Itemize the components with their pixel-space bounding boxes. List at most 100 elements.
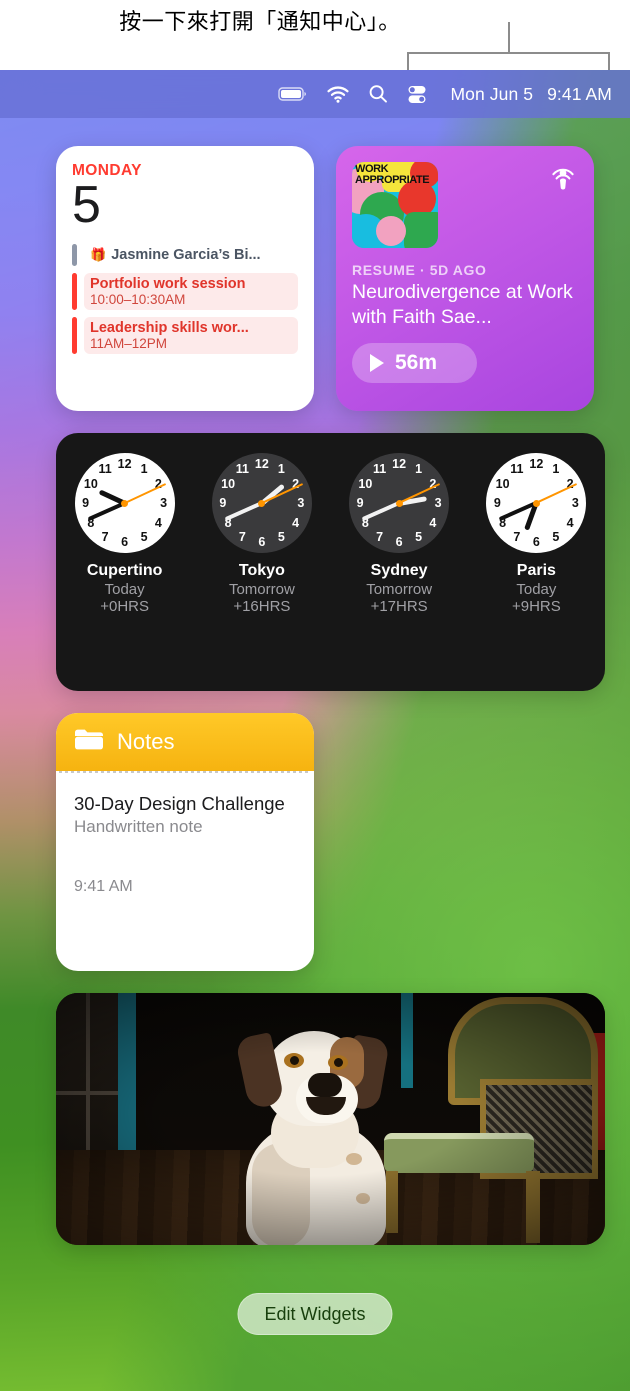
clock-numeral: 5 — [277, 529, 285, 544]
clock-numeral: 4 — [292, 515, 300, 530]
clock-day: Today — [516, 581, 557, 598]
clock-numeral: 6 — [258, 535, 266, 549]
clock-numeral: 10 — [221, 476, 236, 491]
podcast-artwork: WORK APPROPRIATE — [352, 162, 438, 248]
search-icon[interactable] — [368, 84, 388, 104]
callout-bracket-right-tick — [608, 52, 610, 70]
clock-center-pin — [395, 499, 403, 507]
clock-numeral: 4 — [429, 515, 437, 530]
clock-numeral: 9 — [219, 496, 227, 510]
clock-numeral: 7 — [101, 529, 109, 544]
notification-center-widgets: MONDAY 5 🎁 Jasmine Garcia’s Bi... Portfo… — [56, 146, 605, 1245]
clock-numeral: 11 — [373, 462, 387, 477]
clock-city: Tokyo — [238, 562, 285, 579]
clock-numeral: 6 — [395, 535, 403, 549]
gift-icon: 🎁 — [90, 247, 107, 262]
clock-numeral: 9 — [356, 496, 364, 510]
battery-icon[interactable] — [278, 86, 308, 102]
wifi-icon[interactable] — [327, 86, 350, 103]
clock-numeral: 6 — [532, 535, 540, 549]
calendar-event-birthday[interactable]: 🎁 Jasmine Garcia’s Bi... — [72, 244, 298, 266]
callout-bracket-left-tick — [407, 52, 409, 70]
event-body: Leadership skills wor... 11AM–12PM — [84, 317, 298, 354]
calendar-day-number: 5 — [72, 176, 101, 234]
event-color-bar — [72, 317, 77, 354]
clock-numeral: 3 — [434, 496, 442, 510]
callout-bracket-stem — [508, 22, 510, 53]
photo-vignette — [56, 993, 605, 1245]
clock-offset: +16HRS — [233, 598, 291, 615]
podcasts-widget[interactable]: WORK APPROPRIATE RESUME · 5D AGO Neurodi… — [336, 146, 594, 411]
clock-numeral: 4 — [154, 515, 162, 530]
play-icon — [370, 354, 384, 372]
clock-numeral: 5 — [552, 529, 560, 544]
note-title: 30-Day Design Challenge — [74, 793, 285, 814]
menu-bar-clock[interactable]: Mon Jun 5 9:41 AM — [450, 84, 612, 105]
artwork-label: WORK APPROPRIATE — [355, 163, 430, 186]
clock-offset: +0HRS — [100, 598, 150, 615]
clock-numeral: 10 — [495, 476, 510, 491]
edit-widgets-label: Edit Widgets — [264, 1303, 366, 1324]
notes-widget[interactable]: Notes 30-Day Design Challenge Handwritte… — [56, 713, 314, 971]
clock-numeral: 12 — [529, 457, 544, 471]
clock-numeral: 12 — [392, 457, 407, 471]
clock-numeral: 11 — [510, 462, 524, 477]
note-time: 9:41 AM — [74, 878, 133, 895]
clock-numeral: 4 — [566, 515, 574, 530]
clock-city: Paris — [516, 562, 556, 579]
calendar-event-row[interactable]: Leadership skills wor... 11AM–12PM — [72, 317, 298, 354]
clock-center-pin — [121, 499, 129, 507]
event-color-bar — [72, 244, 77, 266]
clock-numeral: 12 — [254, 457, 269, 471]
clock-dial: 12 1 2 3 4 5 6 7 8 9 10 11 — [349, 453, 450, 553]
clock-cell-paris: 12 1 2 3 4 5 6 7 8 9 10 11 Paris Today +9HRS — [476, 453, 596, 615]
event-time: 10:00–10:30AM — [90, 292, 186, 307]
notes-header: Notes — [56, 713, 314, 771]
folder-icon — [74, 728, 104, 756]
desktop: Mon Jun 5 9:41 AM MONDAY 5 🎁 Jasmine Gar… — [0, 70, 630, 1391]
clock-day: Today — [104, 581, 145, 598]
clock-numeral: 7 — [238, 529, 246, 544]
clock-numeral: 11 — [98, 462, 112, 477]
event-title: Leadership skills wor... — [90, 320, 249, 336]
calendar-event-row[interactable]: Portfolio work session 10:00–10:30AM — [72, 273, 298, 310]
clock-numeral: 9 — [493, 496, 501, 510]
clock-day: Tomorrow — [228, 581, 295, 598]
clock-numeral: 3 — [297, 496, 305, 510]
clock-numeral: 12 — [117, 457, 132, 471]
notes-header-title: Notes — [117, 729, 175, 754]
clock-cell-cupertino: 12 1 2 3 4 5 6 7 8 9 10 11 Cupertino Today +0HRS — [65, 453, 185, 615]
clock-day: Tomorrow — [366, 581, 433, 598]
notes-body: 30-Day Design Challenge Handwritten note… — [56, 773, 314, 896]
podcast-play-button[interactable]: 56m — [352, 343, 477, 383]
photos-widget[interactable] — [56, 993, 605, 1245]
clock-offset: +17HRS — [370, 598, 428, 615]
calendar-widget[interactable]: MONDAY 5 🎁 Jasmine Garcia’s Bi... Portfo… — [56, 146, 314, 411]
clock-cell-tokyo: 12 1 2 3 4 5 6 7 8 9 10 11 Tokyo Tomorrow +16HRS — [202, 453, 322, 615]
menu-bar-date: Mon Jun 5 — [450, 83, 534, 104]
podcast-episode-title: Neurodivergence at Work with Faith Sae..… — [352, 281, 573, 328]
event-title: Portfolio work session — [90, 276, 246, 292]
control-center-icon[interactable] — [407, 85, 427, 104]
clock-offset: +9HRS — [511, 598, 561, 615]
event-time: 11AM–12PM — [90, 336, 168, 351]
note-subtitle: Handwritten note — [74, 817, 203, 836]
menu-bar: Mon Jun 5 9:41 AM — [0, 70, 630, 118]
podcast-meta: RESUME · 5D AGO — [352, 262, 487, 278]
clock-numeral: 7 — [376, 529, 384, 544]
world-clock-widget[interactable]: 12 1 2 3 4 5 6 7 8 9 10 11 Cupertino Today +0HRS 12 1 2 3 4… — [56, 433, 605, 691]
clock-numeral: 3 — [160, 496, 168, 510]
clock-city: Cupertino — [86, 562, 163, 579]
edit-widgets-button[interactable]: Edit Widgets — [237, 1293, 393, 1335]
clock-numeral: 5 — [415, 529, 423, 544]
clock-numeral: 9 — [82, 496, 90, 510]
event-title-row: 🎁 Jasmine Garcia’s Bi... — [90, 247, 292, 263]
clock-numeral: 7 — [513, 529, 521, 544]
clock-numeral: 10 — [83, 476, 98, 491]
clock-center-pin — [532, 499, 540, 507]
clock-numeral: 10 — [358, 476, 373, 491]
clock-dial: 12 1 2 3 4 5 6 7 8 9 10 11 — [211, 453, 312, 553]
podcasts-icon — [547, 160, 579, 197]
podcast-duration: 56m — [395, 351, 438, 374]
clock-center-pin — [258, 499, 266, 507]
